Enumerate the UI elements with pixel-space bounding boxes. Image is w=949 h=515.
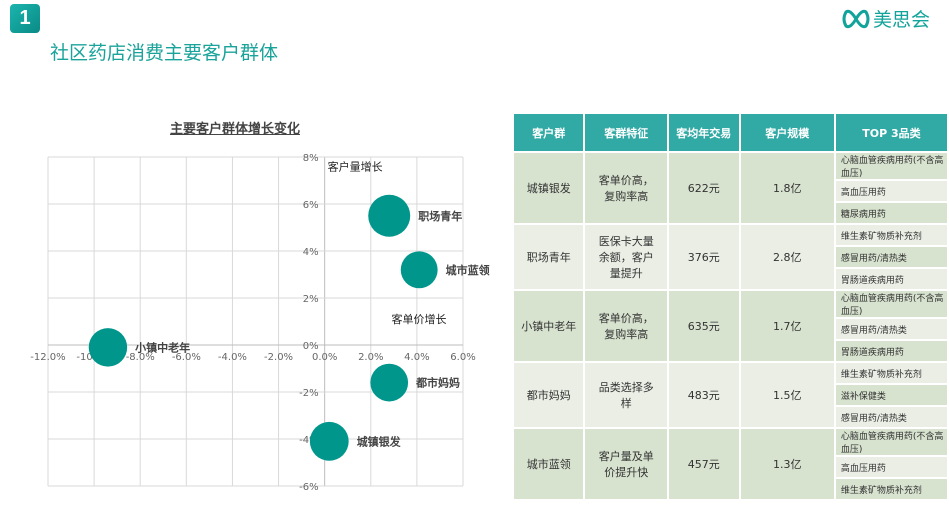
group-cell: 都市妈妈: [514, 363, 584, 427]
column-header: 客户群: [514, 114, 584, 151]
feature-cell: 品类选择多样: [585, 363, 668, 427]
y-axis-label: 客户量增长: [328, 159, 383, 173]
scale-cell: 1.8亿: [740, 153, 834, 223]
feature-cell: 客单价高，复购率高: [585, 153, 668, 223]
scale-cell: 1.3亿: [740, 429, 834, 499]
top-category-cell: 心脑血管疾病用药(不含高血压): [835, 429, 947, 455]
top-category-cell: 胃肠道疾病用药: [835, 269, 947, 289]
infinity-logo-icon: [842, 9, 870, 28]
x-tick-label: 2.0%: [358, 352, 383, 363]
y-tick-label: 6%: [303, 200, 319, 211]
y-tick-label: 2%: [303, 294, 319, 305]
column-header: 客均年交易: [669, 114, 739, 151]
x-axis-label: 客单价增长: [392, 312, 447, 326]
group-cell: 职场青年: [514, 225, 584, 289]
bubble-label: 城镇银发: [357, 434, 402, 448]
top-category-cell: 糖尿病用药: [835, 203, 947, 223]
y-tick-label: -6%: [299, 482, 318, 493]
annual-cell: 457元: [669, 429, 739, 499]
top-category-cell: 滋补保健类: [835, 385, 947, 405]
scale-cell: 2.8亿: [740, 225, 834, 289]
brand-logo: 美思会: [842, 5, 930, 32]
x-tick-label: 6.0%: [450, 352, 475, 363]
column-header: 客户规模: [740, 114, 834, 151]
group-cell: 城镇银发: [514, 153, 584, 223]
y-tick-label: -2%: [299, 388, 318, 399]
x-tick-label: -12.0%: [30, 352, 65, 363]
x-tick-label: 4.0%: [404, 352, 429, 363]
top-category-cell: 胃肠道疾病用药: [835, 341, 947, 361]
customer-group-table: 客户群 客群特征 客均年交易 客户规模 TOP 3品类 城镇银发 客单价高，复购率高 622…: [512, 112, 949, 501]
table-header-row: 客户群 客群特征 客均年交易 客户规模 TOP 3品类: [514, 114, 947, 151]
bubble-label: 都市妈妈: [415, 376, 460, 390]
y-tick-label: 0%: [303, 341, 319, 352]
top-category-cell: 高血压用药: [835, 181, 947, 201]
y-tick-label: 4%: [303, 247, 319, 258]
feature-cell: 医保卡大量余额，客户量提升: [585, 225, 668, 289]
table-row: 都市妈妈 品类选择多样 483元 1.5亿 维生素矿物质补充剂: [514, 363, 947, 427]
x-tick-label: 0.0%: [312, 352, 337, 363]
top-category-cell: 维生素矿物质补充剂: [835, 225, 947, 245]
top-category-cell: 感冒用药/清热类: [835, 319, 947, 339]
x-tick-label: -4.0%: [218, 352, 247, 363]
bubble-label: 小镇中老年: [134, 340, 190, 354]
bubble-城市蓝领: [400, 251, 438, 289]
bubble-小镇中老年: [88, 328, 128, 367]
table-row: 职场青年 医保卡大量余额，客户量提升 376元 2.8亿 维生素矿物质补充剂: [514, 225, 947, 289]
group-cell: 小镇中老年: [514, 291, 584, 361]
y-tick-label: 8%: [303, 153, 319, 164]
table-row: 小镇中老年 客单价高，复购率高 635元 1.7亿 心脑血管疾病用药(不含高血压): [514, 291, 947, 361]
top-category-cell: 心脑血管疾病用药(不含高血压): [835, 153, 947, 179]
table-row: 城镇银发 客单价高，复购率高 622元 1.8亿 心脑血管疾病用药(不含高血压): [514, 153, 947, 223]
scale-cell: 1.7亿: [740, 291, 834, 361]
top-category-cell: 维生素矿物质补充剂: [835, 479, 947, 499]
group-cell: 城市蓝领: [514, 429, 584, 499]
bubble-chart: -12.0%-10.0%-8.0%-6.0%-4.0%-2.0%0.0%2.0%…: [30, 153, 490, 493]
bubble-职场青年: [368, 194, 411, 237]
table-row: 城市蓝领 客户量及单价提升快 457元 1.3亿 心脑血管疾病用药(不含高血压): [514, 429, 947, 499]
top-category-cell: 感冒用药/清热类: [835, 247, 947, 267]
feature-cell: 客单价高，复购率高: [585, 291, 668, 361]
top-category-cell: 维生素矿物质补充剂: [835, 363, 947, 383]
annual-cell: 376元: [669, 225, 739, 289]
bubble-都市妈妈: [370, 363, 409, 402]
annual-cell: 622元: [669, 153, 739, 223]
top-category-cell: 感冒用药/清热类: [835, 407, 947, 427]
bubble-城镇银发: [309, 421, 349, 461]
scale-cell: 1.5亿: [740, 363, 834, 427]
annual-cell: 483元: [669, 363, 739, 427]
feature-cell: 客户量及单价提升快: [585, 429, 668, 499]
column-header: TOP 3品类: [835, 114, 947, 151]
bubble-label: 城市蓝领: [446, 263, 490, 277]
column-header: 客群特征: [585, 114, 668, 151]
top-category-cell: 心脑血管疾病用药(不含高血压): [835, 291, 947, 317]
x-tick-label: -2.0%: [264, 352, 293, 363]
top-category-cell: 高血压用药: [835, 457, 947, 477]
annual-cell: 635元: [669, 291, 739, 361]
bubble-label: 职场青年: [418, 209, 462, 223]
brand-name: 美思会: [873, 9, 931, 31]
